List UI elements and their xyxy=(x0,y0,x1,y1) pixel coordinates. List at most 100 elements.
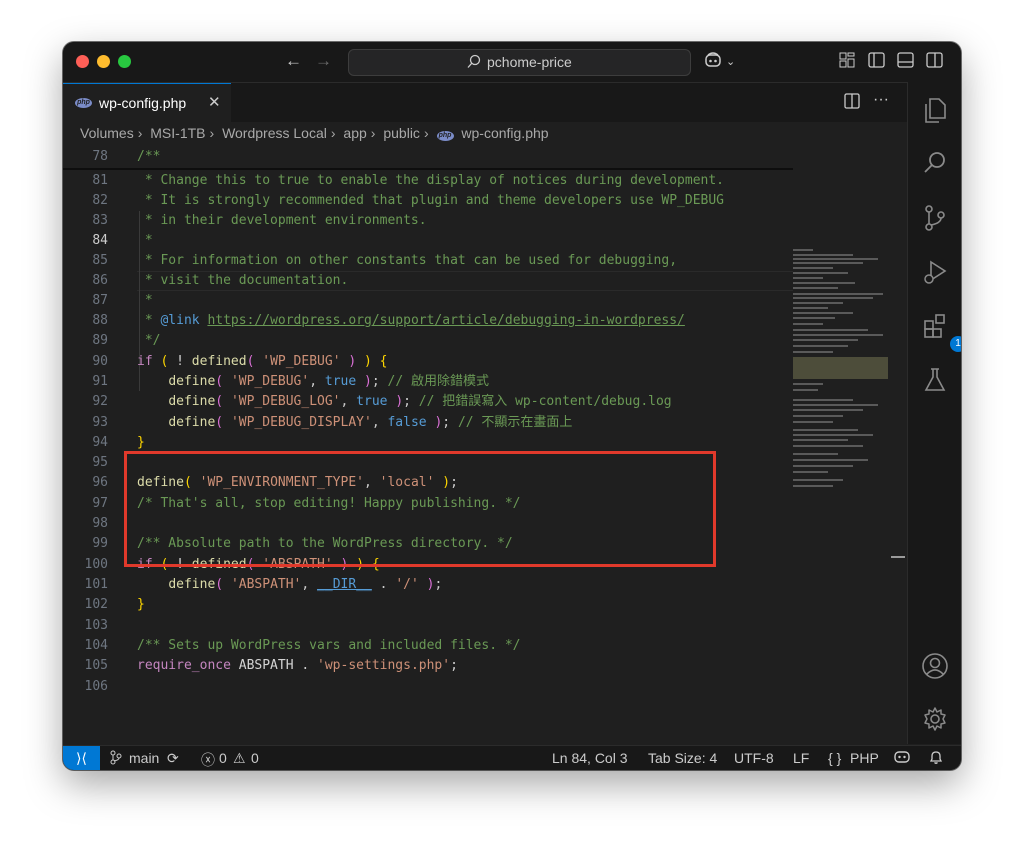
line-number: 82 xyxy=(92,193,108,208)
chevron-right-icon: › xyxy=(209,125,215,141)
sticky-scroll-shadow xyxy=(63,168,793,170)
run-debug-icon[interactable] xyxy=(920,258,950,288)
line-number: 97 xyxy=(92,496,108,511)
highlight-annotation-box xyxy=(124,451,716,567)
language-mode-braces: { } xyxy=(828,750,842,766)
line-number: 98 xyxy=(92,516,108,531)
line-number: 89 xyxy=(92,333,108,348)
line-number: 101 xyxy=(84,577,108,592)
error-icon[interactable]: ⓧ xyxy=(201,750,215,770)
testing-icon[interactable] xyxy=(920,366,950,396)
notifications-bell-icon[interactable] xyxy=(929,749,943,768)
code-line: } xyxy=(137,597,145,612)
tab-wp-config[interactable]: php wp-config.php ✕ xyxy=(63,83,231,122)
breadcrumb-item-app[interactable]: app xyxy=(343,125,366,141)
arrow-right-icon[interactable]: → xyxy=(315,51,332,71)
minimize-window-button[interactable] xyxy=(97,55,110,68)
line-number: 102 xyxy=(84,597,108,612)
code-line: * visit the documentation. xyxy=(137,273,349,288)
line-number: 94 xyxy=(92,435,108,450)
more-actions-icon[interactable]: ··· xyxy=(873,90,889,110)
scrollbar-thumb[interactable] xyxy=(891,556,905,558)
line-number-active: 84 xyxy=(92,233,108,248)
title-bar: ← → pchome-price ⌄ xyxy=(63,42,961,83)
line-number: 87 xyxy=(92,293,108,308)
error-count[interactable]: 0 xyxy=(219,750,227,766)
branch-icon xyxy=(110,750,122,768)
close-window-button[interactable] xyxy=(76,55,89,68)
customize-layout-icon[interactable] xyxy=(839,52,855,73)
code-line: define( 'WP_DEBUG', true ); // 啟用除錯模式 xyxy=(168,374,489,389)
toggle-primary-sidebar-icon[interactable] xyxy=(868,52,885,73)
chevron-down-icon[interactable]: ⌄ xyxy=(726,52,735,72)
line-number: 78 xyxy=(92,149,108,164)
line-number: 93 xyxy=(92,415,108,430)
breadcrumb-item-public[interactable]: public xyxy=(383,125,420,141)
line-number: 100 xyxy=(84,557,108,572)
tab-size[interactable]: Tab Size: 4 xyxy=(648,750,717,766)
breadcrumb-item-volumes[interactable]: Volumes xyxy=(80,125,134,141)
arrow-left-icon[interactable]: ← xyxy=(285,51,302,71)
line-number: 83 xyxy=(92,213,108,228)
close-icon[interactable]: ✕ xyxy=(208,93,221,111)
zoom-window-button[interactable] xyxy=(118,55,131,68)
extensions-icon[interactable]: 1 xyxy=(920,312,961,352)
settings-gear-icon[interactable] xyxy=(920,705,950,735)
command-center-label: pchome-price xyxy=(487,54,572,70)
code-line: * in their development environments. xyxy=(137,213,427,228)
tab-label: wp-config.php xyxy=(99,95,187,111)
code-line: define( 'ABSPATH', __DIR__ . '/' ); xyxy=(168,577,443,592)
code-line: * xyxy=(137,293,153,308)
line-number: 81 xyxy=(92,173,108,188)
branch-name[interactable]: main xyxy=(129,750,159,766)
code-line: if ( ! defined( 'WP_DEBUG' ) ) { xyxy=(137,354,388,369)
code-line: * @link https://wordpress.org/support/ar… xyxy=(137,313,685,328)
breadcrumb-item-wordpress-local[interactable]: Wordpress Local xyxy=(222,125,327,141)
cursor-position[interactable]: Ln 84, Col 3 xyxy=(552,750,628,766)
account-icon[interactable] xyxy=(920,652,950,682)
warning-icon[interactable]: ⚠ xyxy=(233,750,246,767)
code-line: /** xyxy=(137,149,161,164)
minimap[interactable] xyxy=(793,249,893,529)
source-control-icon[interactable] xyxy=(920,204,950,234)
code-line: * It is strongly recommended that plugin… xyxy=(137,193,724,208)
warning-count[interactable]: 0 xyxy=(251,750,259,766)
copilot-status-icon[interactable] xyxy=(894,749,910,767)
code-line: * xyxy=(137,233,153,248)
remote-indicator-icon[interactable]: ⟩⟨ xyxy=(63,746,100,770)
breadcrumb: Volumes › MSI-1TB › Wordpress Local › app › … xyxy=(80,125,553,147)
code-line: define( 'WP_DEBUG_DISPLAY', false ); // … xyxy=(168,415,573,430)
code-line: */ xyxy=(137,333,161,348)
search-icon[interactable] xyxy=(920,150,950,180)
encoding[interactable]: UTF-8 xyxy=(734,750,774,766)
line-number: 92 xyxy=(92,394,108,409)
doc-tag: @link xyxy=(160,313,200,328)
code-line: require_once ABSPATH . 'wp-settings.php'… xyxy=(137,658,458,673)
breadcrumb-item-file[interactable]: wp-config.php xyxy=(461,125,548,141)
end-of-line[interactable]: LF xyxy=(793,750,809,766)
chevron-right-icon: › xyxy=(423,125,429,141)
toggle-panel-icon[interactable] xyxy=(897,52,914,73)
command-center-search[interactable]: pchome-price xyxy=(348,49,691,76)
search-icon xyxy=(467,54,481,72)
split-editor-icon[interactable] xyxy=(844,93,860,114)
language-mode[interactable]: PHP xyxy=(850,750,879,766)
code-line: } xyxy=(137,435,145,450)
code-editor[interactable]: 78 81 82 83 84 85 86 87 88 89 90 91 92 9… xyxy=(63,147,907,744)
toggle-secondary-sidebar-icon[interactable] xyxy=(926,52,943,73)
line-number: 103 xyxy=(84,618,108,633)
docs-link[interactable]: https://wordpress.org/support/article/de… xyxy=(207,313,684,328)
sync-icon[interactable]: ⟳ xyxy=(167,750,179,767)
php-file-icon: php xyxy=(436,131,454,141)
line-number: 86 xyxy=(92,273,108,288)
copilot-icon[interactable] xyxy=(704,52,722,74)
status-bar: ⟩⟨ main ⟳ ⓧ 0 ⚠ 0 Ln 84, Col 3 Tab Size:… xyxy=(63,745,961,770)
explorer-icon[interactable] xyxy=(920,96,950,126)
line-number: 91 xyxy=(92,374,108,389)
line-number: 99 xyxy=(92,536,108,551)
code-line: /** Sets up WordPress vars and included … xyxy=(137,638,521,653)
line-number: 104 xyxy=(84,638,108,653)
activity-bar: 1 xyxy=(907,82,961,744)
code-line: define( 'WP_DEBUG_LOG', true ); // 把錯誤寫入… xyxy=(168,394,672,409)
breadcrumb-item-msi[interactable]: MSI-1TB xyxy=(150,125,205,141)
